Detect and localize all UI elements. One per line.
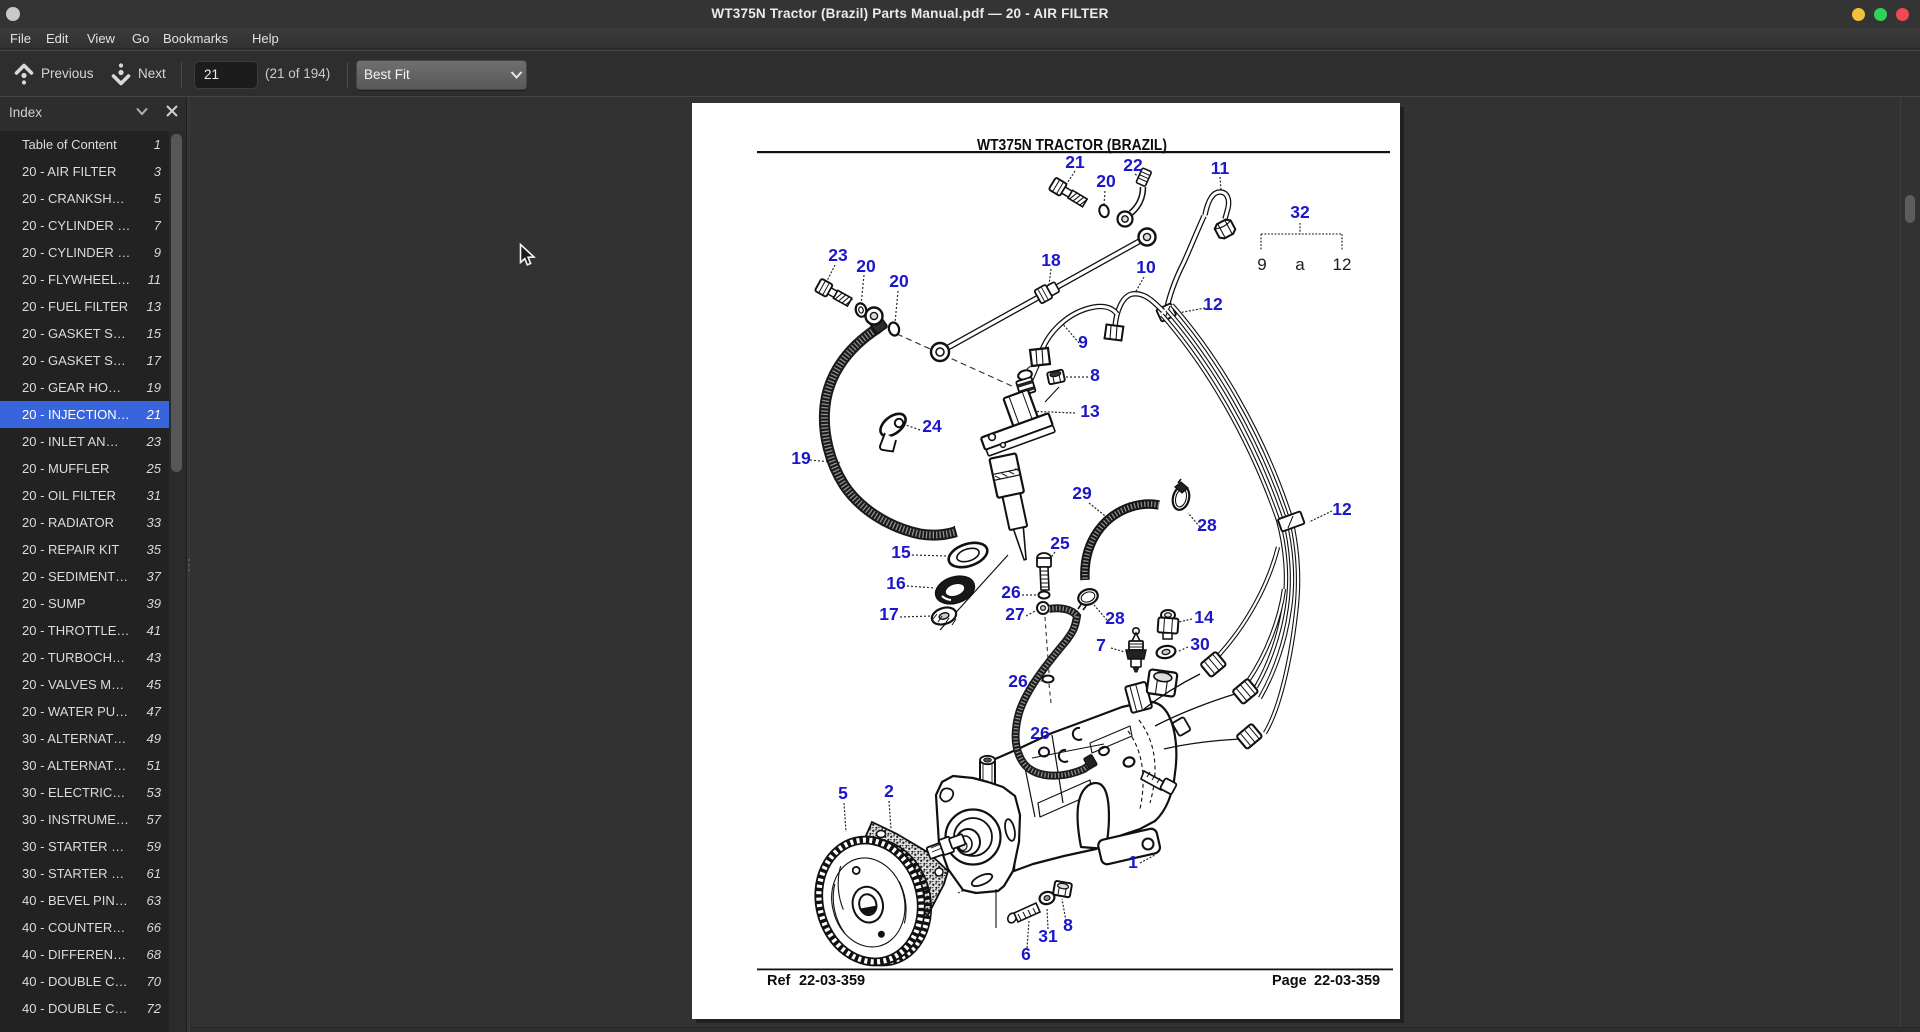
svg-text:11: 11 xyxy=(1211,158,1230,178)
svg-text:a: a xyxy=(1295,255,1305,274)
svg-text:9: 9 xyxy=(1078,332,1088,352)
svg-text:14: 14 xyxy=(1194,607,1214,627)
svg-text:24: 24 xyxy=(922,416,942,436)
svg-text:28: 28 xyxy=(1197,515,1217,535)
svg-text:10: 10 xyxy=(1136,257,1156,277)
svg-text:17: 17 xyxy=(879,604,898,624)
svg-text:20: 20 xyxy=(889,271,909,291)
svg-text:30: 30 xyxy=(1190,634,1210,654)
svg-text:12: 12 xyxy=(1333,255,1352,274)
svg-text:22: 22 xyxy=(1123,155,1143,175)
svg-text:26: 26 xyxy=(1001,582,1021,602)
svg-text:Page: Page xyxy=(1272,973,1307,989)
svg-text:28: 28 xyxy=(1105,608,1125,628)
svg-text:29: 29 xyxy=(1072,483,1092,503)
svg-text:5: 5 xyxy=(838,783,848,803)
svg-text:Ref: Ref xyxy=(767,973,791,989)
svg-text:27: 27 xyxy=(1005,604,1024,624)
svg-text:6: 6 xyxy=(1021,944,1031,964)
svg-text:12: 12 xyxy=(1332,499,1352,519)
svg-text:15: 15 xyxy=(891,542,911,562)
svg-text:16: 16 xyxy=(886,573,906,593)
svg-text:26: 26 xyxy=(1008,671,1028,691)
svg-text:18: 18 xyxy=(1041,250,1061,270)
svg-text:26: 26 xyxy=(1030,723,1050,743)
svg-text:19: 19 xyxy=(791,448,811,468)
svg-text:8: 8 xyxy=(1063,915,1073,935)
svg-text:13: 13 xyxy=(1080,401,1100,421)
svg-text:1: 1 xyxy=(1128,852,1138,872)
svg-text:22-03-359: 22-03-359 xyxy=(799,973,865,989)
svg-text:7: 7 xyxy=(1096,635,1106,655)
svg-text:2: 2 xyxy=(884,781,894,801)
svg-text:25: 25 xyxy=(1050,533,1070,553)
svg-text:9: 9 xyxy=(1257,255,1266,274)
svg-text:12: 12 xyxy=(1203,294,1223,314)
svg-text:31: 31 xyxy=(1038,926,1058,946)
svg-text:32: 32 xyxy=(1290,202,1310,222)
svg-text:20: 20 xyxy=(856,256,876,276)
svg-text:22-03-359: 22-03-359 xyxy=(1314,973,1380,989)
svg-text:23: 23 xyxy=(828,245,848,265)
svg-text:8: 8 xyxy=(1090,365,1100,385)
svg-text:21: 21 xyxy=(1065,152,1085,172)
svg-text:20: 20 xyxy=(1096,171,1116,191)
